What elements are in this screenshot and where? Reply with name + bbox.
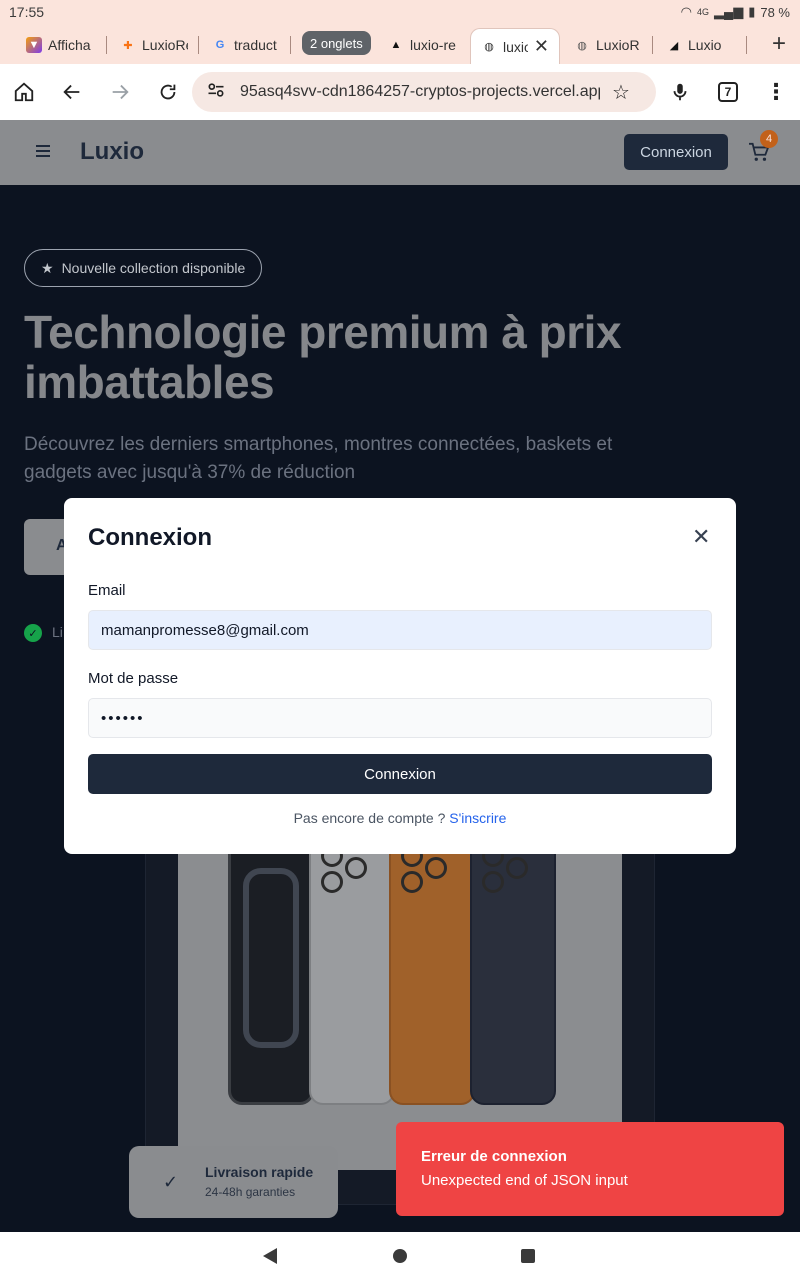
- badge-text: Nouvelle collection disponible: [61, 260, 246, 276]
- nav-back-icon[interactable]: [263, 1248, 277, 1264]
- status-time: 17:55: [9, 4, 45, 20]
- battery-level: 78 %: [760, 4, 790, 20]
- forward-arrow-icon[interactable]: [106, 78, 134, 106]
- login-submit-button[interactable]: Connexion: [88, 754, 712, 794]
- network-type: 4G: [696, 7, 709, 17]
- browser-tab[interactable]: ◍ LuxioR: [574, 30, 640, 60]
- signup-prompt: Pas encore de compte ?: [293, 810, 446, 826]
- phone-image: [389, 835, 475, 1105]
- browser-tab[interactable]: ▲ luxio-re: [388, 30, 458, 60]
- toast-title: Erreur de connexion: [421, 1148, 567, 1165]
- login-modal: Connexion ✕ Email Mot de passe Connexion…: [64, 498, 736, 854]
- tab-group-chip[interactable]: 2 onglets: [302, 31, 371, 55]
- password-field[interactable]: [88, 698, 712, 738]
- site-settings-icon[interactable]: [206, 80, 226, 105]
- tab-label: Afficha: [48, 37, 91, 53]
- error-toast: Erreur de connexion Unexpected end of JS…: [396, 1122, 784, 1216]
- luxio-favicon-icon: ✚: [123, 39, 133, 52]
- browser-tab-active[interactable]: ◍ luxio ✕: [470, 28, 560, 64]
- signup-prompt-row: Pas encore de compte ? S'inscrire: [64, 810, 736, 826]
- close-icon[interactable]: ✕: [692, 526, 710, 548]
- status-bar: 17:55 ◠ 4G ▂▄▆ ▮ 78 %: [0, 0, 800, 24]
- menu-dots-icon[interactable]: ⋮: [762, 78, 790, 106]
- browser-tab-strip: ▼ Afficha ✚ LuxioRe G traduct 2 onglets …: [0, 24, 800, 64]
- url-text[interactable]: 95asq4svv-cdn1864257-cryptos-projects.ve…: [240, 83, 600, 101]
- tab-label: luxio: [503, 38, 528, 55]
- delivery-card: ✓ Livraison rapide 24-48h garanties: [129, 1146, 338, 1218]
- address-bar[interactable]: 95asq4svv-cdn1864257-cryptos-projects.ve…: [192, 72, 656, 112]
- google-icon: G: [215, 39, 225, 51]
- browser-tab[interactable]: ◢ Luxio: [666, 30, 738, 60]
- feature-text: Li: [52, 624, 63, 640]
- delivery-subtitle: 24-48h garanties: [205, 1185, 296, 1199]
- back-arrow-icon[interactable]: [58, 78, 86, 106]
- star-icon: ★: [41, 259, 54, 276]
- check-circle-icon: ✓: [24, 624, 42, 642]
- site-header: Luxio Connexion: [0, 120, 800, 185]
- phone-image: [470, 835, 556, 1105]
- tab-label: traduct: [234, 37, 277, 53]
- tab-divider: [198, 36, 199, 54]
- signal-icon: ▂▄▆: [713, 4, 744, 19]
- home-icon[interactable]: [10, 78, 38, 106]
- luxio-black-icon: ◢: [669, 39, 679, 52]
- cart-count-badge: 4: [760, 130, 778, 148]
- browser-tab[interactable]: G traduct: [212, 30, 280, 60]
- email-label: Email: [88, 582, 126, 599]
- tab-divider: [106, 36, 107, 54]
- vercel-like-icon: ▼: [26, 37, 42, 53]
- tab-switcher-button[interactable]: 7: [714, 78, 742, 106]
- bookmark-star-icon[interactable]: ☆: [612, 80, 630, 105]
- check-icon: ✓: [163, 1172, 179, 1192]
- tab-label: LuxioRe: [142, 37, 188, 53]
- tab-divider: [746, 36, 747, 54]
- phone-image: [228, 835, 314, 1105]
- browser-toolbar: 95asq4svv-cdn1864257-cryptos-projects.ve…: [0, 64, 800, 120]
- nav-recents-icon[interactable]: [521, 1249, 535, 1263]
- email-field[interactable]: [88, 610, 712, 650]
- tab-label: luxio-re: [410, 37, 456, 53]
- microphone-icon[interactable]: [666, 78, 694, 106]
- close-tab-icon[interactable]: ✕: [534, 36, 549, 57]
- battery-icon: ▮: [748, 4, 756, 19]
- modal-title: Connexion: [88, 524, 212, 551]
- signup-link[interactable]: S'inscrire: [449, 810, 506, 826]
- hotspot-icon: ◠: [680, 4, 692, 19]
- header-login-button[interactable]: Connexion: [624, 134, 728, 170]
- site-logo[interactable]: Luxio: [80, 138, 144, 166]
- hamburger-menu-icon[interactable]: [36, 145, 50, 160]
- globe-icon: ◍: [484, 41, 494, 53]
- nav-home-icon[interactable]: [393, 1249, 407, 1263]
- reload-icon[interactable]: [154, 78, 182, 106]
- status-icons: ◠ 4G ▂▄▆ ▮ 78 %: [681, 4, 790, 20]
- tab-divider: [652, 36, 653, 54]
- hero-subtitle: Découvrez les derniers smartphones, mont…: [24, 434, 613, 483]
- triangle-logo-icon: ▲: [390, 39, 402, 51]
- password-label: Mot de passe: [88, 670, 179, 687]
- phone-image: [309, 835, 395, 1105]
- toast-message: Unexpected end of JSON input: [421, 1172, 628, 1189]
- tab-divider: [290, 36, 291, 54]
- new-collection-badge: ★ Nouvelle collection disponible: [24, 249, 263, 287]
- tab-label: Luxio: [688, 37, 722, 53]
- globe-icon: ◍: [577, 39, 587, 52]
- tab-label: LuxioR: [596, 37, 640, 53]
- hero-title: Technologie premium à prix imbattables: [24, 306, 622, 408]
- new-tab-icon[interactable]: +: [772, 30, 786, 58]
- browser-tab[interactable]: ▼ Afficha: [26, 30, 98, 60]
- system-navigation-bar: [0, 1232, 800, 1280]
- browser-tab[interactable]: ✚ LuxioRe: [120, 30, 188, 60]
- tab-count: 7: [718, 82, 738, 102]
- delivery-title: Livraison rapide: [205, 1164, 314, 1180]
